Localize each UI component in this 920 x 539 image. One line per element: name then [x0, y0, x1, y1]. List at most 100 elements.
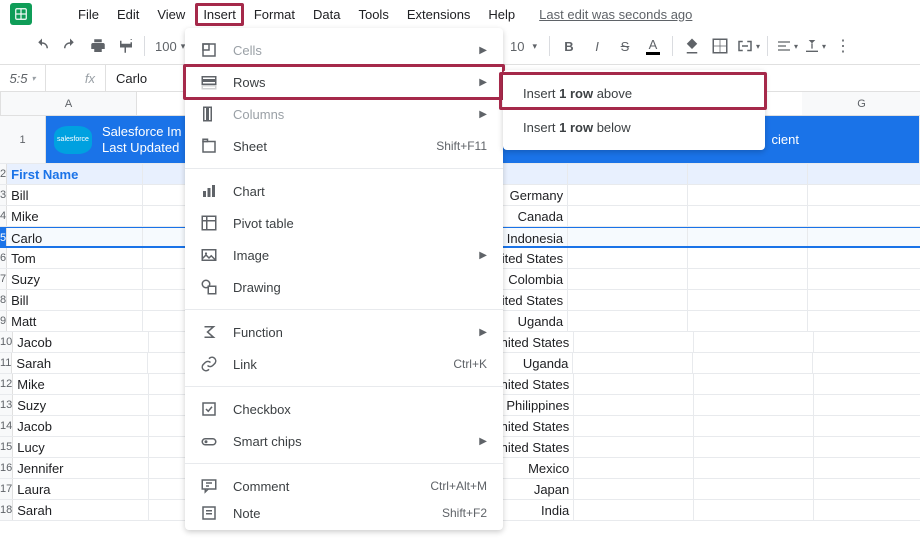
h-align-button[interactable]: ▾	[774, 32, 800, 60]
row-head[interactable]: 18	[0, 500, 13, 520]
menu-item-pivot-table[interactable]: Pivot table	[185, 207, 503, 239]
banner-text: Salesforce ImLast Updated	[102, 124, 181, 156]
image-icon	[199, 245, 219, 265]
menu-item-image[interactable]: Image ▶	[185, 239, 503, 271]
cell-first-name[interactable]: Sarah	[12, 353, 148, 373]
menu-item-comment[interactable]: CommentCtrl+Alt+M	[185, 470, 503, 502]
last-edit-link[interactable]: Last edit was seconds ago	[539, 7, 692, 22]
menu-item-label: Image	[233, 248, 471, 263]
row-head[interactable]: 10	[0, 332, 13, 352]
col-header-a[interactable]: A	[1, 92, 137, 115]
row-head[interactable]: 12	[0, 374, 13, 394]
menu-item-label: Sheet	[233, 139, 436, 154]
menu-item-checkbox[interactable]: Checkbox	[185, 393, 503, 425]
borders-button[interactable]	[707, 32, 733, 60]
chevron-right-icon: ▶	[479, 77, 487, 88]
row-head[interactable]: 13	[0, 395, 13, 415]
menu-insert[interactable]: Insert	[195, 3, 244, 26]
strikethrough-button[interactable]: S	[612, 32, 638, 60]
cell-first-name[interactable]: Jacob	[13, 332, 149, 352]
cell-first-name[interactable]: Mike	[7, 206, 143, 226]
cell-first-name[interactable]: Matt	[7, 311, 143, 331]
cell-first-name[interactable]: Suzy	[13, 395, 149, 415]
italic-button[interactable]: I	[584, 32, 610, 60]
row-head-2[interactable]: 2	[0, 164, 7, 184]
redo-button[interactable]	[56, 32, 84, 60]
menu-item-label: Note	[233, 506, 442, 521]
menu-tools[interactable]: Tools	[350, 3, 396, 26]
menu-format[interactable]: Format	[246, 3, 303, 26]
row-head[interactable]: 16	[0, 458, 13, 478]
menu-shortcut: Ctrl+K	[453, 357, 487, 371]
row-head[interactable]: 11	[0, 353, 12, 373]
menu-data[interactable]: Data	[305, 3, 348, 26]
cell-first-name[interactable]: Tom	[7, 248, 143, 268]
cell-first-name[interactable]: Carlo	[7, 228, 143, 246]
formula-input[interactable]: Carlo	[106, 71, 147, 86]
insert-row-above[interactable]: Insert 1 row above	[503, 76, 765, 110]
row-head[interactable]: 5	[0, 228, 7, 246]
banner-right-text: cient	[772, 129, 799, 150]
text-color-button[interactable]: A	[640, 32, 666, 60]
menu-item-label: Link	[233, 357, 453, 372]
note-icon	[199, 503, 219, 523]
menu-view[interactable]: View	[149, 3, 193, 26]
cell-first-name[interactable]: Mike	[13, 374, 149, 394]
row-head-1[interactable]: 1	[0, 116, 46, 163]
cell-first-name[interactable]: Lucy	[13, 437, 149, 457]
merge-button[interactable]: ▾	[735, 32, 761, 60]
paint-format-button[interactable]	[112, 32, 140, 60]
more-toolbar-button[interactable]: ⋮	[830, 32, 856, 60]
row-head[interactable]: 6	[0, 248, 7, 268]
chart-icon	[199, 181, 219, 201]
cell-first-name[interactable]: Jennifer	[13, 458, 149, 478]
name-box[interactable]: 5:5▾	[0, 65, 46, 91]
cell-first-name[interactable]: Jacob	[13, 416, 149, 436]
menu-file[interactable]: File	[70, 3, 107, 26]
menu-help[interactable]: Help	[480, 3, 523, 26]
cell-first-name[interactable]: Bill	[7, 185, 143, 205]
rows-icon	[199, 72, 219, 92]
row-head[interactable]: 8	[0, 290, 7, 310]
row-head[interactable]: 3	[0, 185, 7, 205]
header-first-name: First Name	[7, 164, 143, 184]
menu-item-link[interactable]: LinkCtrl+K	[185, 348, 503, 380]
row-head[interactable]: 15	[0, 437, 13, 457]
sheets-logo[interactable]	[10, 3, 32, 25]
undo-button[interactable]	[28, 32, 56, 60]
v-align-button[interactable]: ▾	[802, 32, 828, 60]
print-button[interactable]	[84, 32, 112, 60]
row-head[interactable]: 14	[0, 416, 13, 436]
col-header-g[interactable]: G	[802, 92, 920, 115]
chevron-right-icon: ▶	[479, 109, 487, 120]
comment-icon	[199, 476, 219, 496]
insert-row-below[interactable]: Insert 1 row below	[503, 110, 765, 144]
cell-first-name[interactable]: Sarah	[13, 500, 149, 520]
chevron-right-icon: ▶	[479, 250, 487, 261]
menu-extensions[interactable]: Extensions	[399, 3, 479, 26]
cell-first-name[interactable]: Suzy	[7, 269, 143, 289]
salesforce-badge-icon: salesforce	[54, 126, 92, 154]
font-size-dropdown[interactable]: 10▾	[504, 39, 543, 54]
row-head[interactable]: 9	[0, 311, 7, 331]
menu-item-smart-chips[interactable]: Smart chips▶	[185, 425, 503, 457]
row-head[interactable]: 7	[0, 269, 7, 289]
menu-item-note[interactable]: NoteShift+F2	[185, 502, 503, 524]
menu-item-drawing[interactable]: Drawing	[185, 271, 503, 303]
fill-color-button[interactable]	[679, 32, 705, 60]
cell-first-name[interactable]: Laura	[13, 479, 149, 499]
menu-item-chart[interactable]: Chart	[185, 175, 503, 207]
menu-item-label: Rows	[233, 75, 471, 90]
row-head[interactable]: 17	[0, 479, 13, 499]
row-head[interactable]: 4	[0, 206, 7, 226]
menu-item-label: Pivot table	[233, 216, 487, 231]
menu-bar: File Edit View Insert Format Data Tools …	[0, 0, 920, 28]
menu-item-function[interactable]: Function▶	[185, 316, 503, 348]
menu-item-sheet[interactable]: SheetShift+F11	[185, 130, 503, 162]
link-icon	[199, 354, 219, 374]
menu-item-rows[interactable]: Rows ▶	[185, 66, 503, 98]
columns-icon	[199, 104, 219, 124]
cell-first-name[interactable]: Bill	[7, 290, 143, 310]
menu-edit[interactable]: Edit	[109, 3, 147, 26]
bold-button[interactable]: B	[556, 32, 582, 60]
